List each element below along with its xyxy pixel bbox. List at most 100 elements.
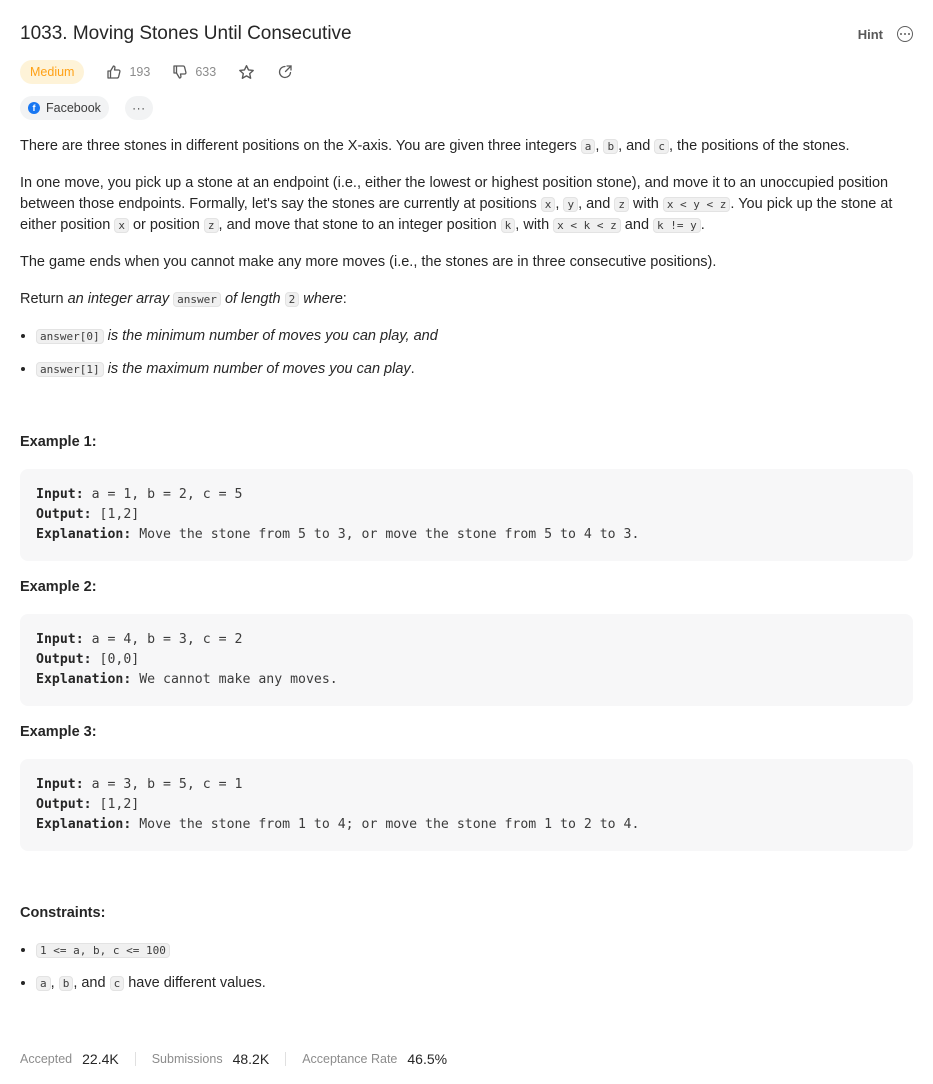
company-name: Facebook [46,101,101,115]
inline-code: b [58,976,74,991]
submissions-label: Submissions [151,1052,223,1066]
divider [134,1052,136,1066]
example-explanation: We cannot make any moves. [139,672,338,687]
dislike-count: 633 [195,65,217,79]
example-input: a = 3, b = 5, c = 1 [91,777,243,792]
inline-code: x < k < z [553,218,621,233]
inline-code: answer[0] [36,329,104,344]
problem-title[interactable]: 1033. Moving Stones Until Consecutive [20,23,352,45]
list-item: a, b, and c have different values. [36,973,913,994]
example-3-title: Example 3: [20,724,97,740]
example-1-title: Example 1: [20,434,97,450]
answer-bullet-list: answer[0] is the minimum number of moves… [20,326,913,380]
text: . [700,217,705,233]
paragraph-2: In one move, you pick up a stone at an e… [20,173,913,236]
thumbs-down-icon [173,65,187,79]
text: and [620,217,654,233]
explanation-label: Explanation: [36,672,132,687]
inline-code: a [36,976,51,991]
paragraph-4: Return an integer array answer of length… [20,289,913,310]
example-explanation: Move the stone from 1 to 4; or move the … [139,817,640,832]
input-label: Input: [36,777,84,792]
paragraph-3: The game ends when you cannot make any m… [20,254,717,270]
title-actions: Hint [858,26,913,42]
text-emphasis: is the minimum number of moves you can p… [107,328,438,344]
text: . [410,361,415,377]
accepted-value: 22.4K [82,1051,119,1067]
inline-code: z [614,197,629,212]
inline-code: 2 [284,292,300,307]
divider [285,1052,287,1066]
constraints-title: Constraints: [20,905,106,921]
dislike-button[interactable]: 633 [172,64,216,80]
example-3-box: Input: a = 3, b = 5, c = 1 Output: [1,2]… [20,759,913,851]
favorite-button[interactable] [238,64,255,81]
text: There are three stones in different posi… [20,138,581,154]
like-button[interactable]: 193 [106,64,150,80]
text: , and move that stone to an integer posi… [218,217,501,233]
text: Return [20,291,68,307]
inline-code: a [580,139,596,154]
inline-code: answer[1] [36,362,104,377]
inline-code: c [109,976,125,991]
inline-code: x [114,218,129,233]
list-item: answer[0] is the minimum number of moves… [36,326,913,347]
inline-code: y [563,197,579,212]
text-emphasis: is the maximum number of moves you can p… [107,361,411,377]
text: have different values. [124,975,266,991]
acceptance-rate-value: 46.5% [407,1051,448,1067]
thumbs-up-icon [107,65,122,79]
text: , with [515,217,554,233]
accepted-label: Accepted [20,1052,73,1066]
text-emphasis: of length [224,291,281,307]
example-output: [1,2] [99,797,140,812]
list-item: answer[1] is the maximum number of moves… [36,359,913,380]
hint-button[interactable]: Hint [858,27,883,42]
company-tag-facebook[interactable]: f Facebook [20,96,109,120]
constraints-list: 1 <= a, b, c <= 100 a, b, and c have dif… [20,940,913,994]
text-emphasis: an integer array [67,291,170,307]
share-button[interactable] [277,64,293,80]
star-icon [239,64,255,79]
example-2-title: Example 2: [20,579,97,595]
example-output: [1,2] [99,507,140,522]
difficulty-badge: Medium [20,60,85,84]
more-options-icon[interactable] [897,26,913,42]
text: , and [618,138,655,154]
explanation-label: Explanation: [36,527,132,542]
example-1-box: Input: a = 1, b = 2, c = 5 Output: [1,2]… [20,469,913,561]
input-label: Input: [36,487,84,502]
text: or position [128,217,204,233]
inline-code: z [203,218,219,233]
like-count: 193 [129,65,151,79]
output-label: Output: [36,507,92,522]
text: , [50,975,59,991]
problem-content: There are three stones in different posi… [20,136,913,1006]
share-icon [279,65,292,79]
example-2-box: Input: a = 4, b = 3, c = 2 Output: [0,0]… [20,614,913,706]
inline-code: answer [173,292,221,307]
inline-code: k != y [653,218,701,233]
paragraph-1: There are three stones in different posi… [20,136,913,157]
input-label: Input: [36,632,84,647]
submissions-value: 48.2K [232,1051,270,1067]
text: with [628,196,663,212]
company-tags-row: f Facebook ··· [20,96,153,120]
example-input: a = 4, b = 3, c = 2 [91,632,243,647]
stats-row: Accepted 22.4K Submissions 48.2K Accepta… [20,1051,447,1067]
acceptance-rate-label: Acceptance Rate [302,1052,398,1066]
inline-code: x [540,197,556,212]
problem-description-panel: 1033. Moving Stones Until Consecutive Hi… [0,0,933,1084]
more-companies-button[interactable]: ··· [124,96,153,120]
inline-code: b [603,139,619,154]
text: , and [73,975,110,991]
inline-code: x < y < z [662,197,731,212]
output-label: Output: [36,797,92,812]
facebook-icon: f [28,102,40,114]
inline-code: c [654,139,669,154]
title-row: 1033. Moving Stones Until Consecutive Hi… [20,22,913,46]
example-explanation: Move the stone from 5 to 3, or move the … [139,527,640,542]
text-emphasis: where [303,291,343,307]
inline-code: 1 <= a, b, c <= 100 [36,943,170,958]
inline-code: k [500,218,516,233]
